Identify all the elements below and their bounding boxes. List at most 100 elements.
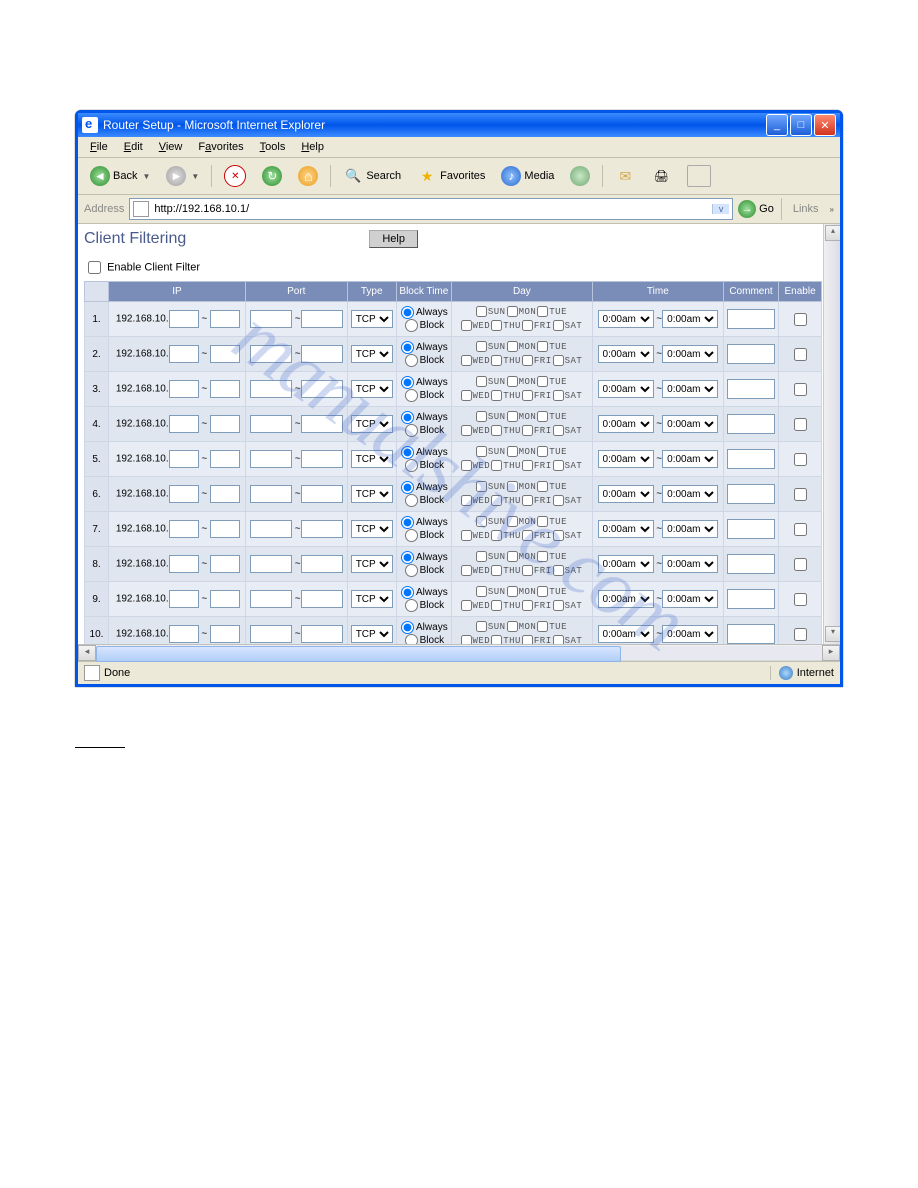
day-tue-checkbox[interactable] xyxy=(537,516,548,527)
day-tue-checkbox[interactable] xyxy=(537,586,548,597)
blocktime-always-radio[interactable] xyxy=(401,551,414,564)
menu-file[interactable]: FFileile xyxy=(82,139,116,155)
enable-row-checkbox[interactable] xyxy=(794,453,807,466)
ip-to-input[interactable] xyxy=(210,520,240,538)
ip-from-input[interactable] xyxy=(169,380,199,398)
blocktime-block-radio[interactable] xyxy=(405,459,418,472)
vertical-scrollbar[interactable]: ▴▾ xyxy=(823,224,840,644)
time-to-select[interactable]: 0:00am xyxy=(662,450,718,468)
enable-row-checkbox[interactable] xyxy=(794,523,807,536)
port-to-input[interactable] xyxy=(301,590,343,608)
day-fri-checkbox[interactable] xyxy=(522,530,533,541)
port-from-input[interactable] xyxy=(250,345,292,363)
blocktime-block-radio[interactable] xyxy=(405,389,418,402)
search-button[interactable]: Search xyxy=(337,163,407,189)
ip-from-input[interactable] xyxy=(169,310,199,328)
comment-input[interactable] xyxy=(727,309,775,329)
home-button[interactable] xyxy=(292,163,324,189)
media-button[interactable]: Media xyxy=(495,163,560,189)
time-from-select[interactable]: 0:00am xyxy=(598,380,654,398)
day-sat-checkbox[interactable] xyxy=(553,460,564,471)
ip-to-input[interactable] xyxy=(210,310,240,328)
day-sat-checkbox[interactable] xyxy=(553,320,564,331)
ip-to-input[interactable] xyxy=(210,380,240,398)
blocktime-always-radio[interactable] xyxy=(401,481,414,494)
ip-to-input[interactable] xyxy=(210,625,240,643)
comment-input[interactable] xyxy=(727,414,775,434)
day-mon-checkbox[interactable] xyxy=(507,586,518,597)
day-sat-checkbox[interactable] xyxy=(553,600,564,611)
port-to-input[interactable] xyxy=(301,555,343,573)
type-select[interactable]: TCP xyxy=(351,590,393,608)
go-button[interactable]: Go xyxy=(738,200,774,218)
day-tue-checkbox[interactable] xyxy=(537,341,548,352)
time-to-select[interactable]: 0:00am xyxy=(662,345,718,363)
day-sun-checkbox[interactable] xyxy=(476,621,487,632)
blocktime-block-radio[interactable] xyxy=(405,634,418,644)
day-sun-checkbox[interactable] xyxy=(476,341,487,352)
day-fri-checkbox[interactable] xyxy=(522,495,533,506)
day-tue-checkbox[interactable] xyxy=(537,446,548,457)
time-to-select[interactable]: 0:00am xyxy=(662,415,718,433)
port-to-input[interactable] xyxy=(301,310,343,328)
edit-button[interactable] xyxy=(681,162,717,190)
day-thu-checkbox[interactable] xyxy=(491,460,502,471)
day-sun-checkbox[interactable] xyxy=(476,411,487,422)
port-from-input[interactable] xyxy=(250,520,292,538)
blocktime-always-radio[interactable] xyxy=(401,306,414,319)
day-thu-checkbox[interactable] xyxy=(491,320,502,331)
day-thu-checkbox[interactable] xyxy=(491,355,502,366)
ip-to-input[interactable] xyxy=(210,415,240,433)
ip-from-input[interactable] xyxy=(169,415,199,433)
blocktime-always-radio[interactable] xyxy=(401,621,414,634)
port-from-input[interactable] xyxy=(250,485,292,503)
comment-input[interactable] xyxy=(727,344,775,364)
stop-button[interactable] xyxy=(218,162,252,190)
blocktime-block-radio[interactable] xyxy=(405,529,418,542)
port-to-input[interactable] xyxy=(301,380,343,398)
day-wed-checkbox[interactable] xyxy=(461,460,472,471)
time-from-select[interactable]: 0:00am xyxy=(598,450,654,468)
print-button[interactable] xyxy=(645,163,677,189)
history-button[interactable] xyxy=(564,163,596,189)
ip-to-input[interactable] xyxy=(210,450,240,468)
time-to-select[interactable]: 0:00am xyxy=(662,625,718,643)
day-mon-checkbox[interactable] xyxy=(507,516,518,527)
day-sat-checkbox[interactable] xyxy=(553,355,564,366)
day-wed-checkbox[interactable] xyxy=(461,495,472,506)
address-dropdown[interactable]: v xyxy=(712,204,729,214)
day-mon-checkbox[interactable] xyxy=(507,446,518,457)
day-sun-checkbox[interactable] xyxy=(476,551,487,562)
comment-input[interactable] xyxy=(727,624,775,644)
type-select[interactable]: TCP xyxy=(351,450,393,468)
comment-input[interactable] xyxy=(727,519,775,539)
maximize-button[interactable]: □ xyxy=(790,114,812,136)
day-fri-checkbox[interactable] xyxy=(522,600,533,611)
address-input[interactable] xyxy=(152,202,712,216)
day-wed-checkbox[interactable] xyxy=(461,635,472,644)
ip-from-input[interactable] xyxy=(169,625,199,643)
blocktime-block-radio[interactable] xyxy=(405,599,418,612)
day-wed-checkbox[interactable] xyxy=(461,425,472,436)
time-to-select[interactable]: 0:00am xyxy=(662,485,718,503)
day-thu-checkbox[interactable] xyxy=(491,600,502,611)
day-fri-checkbox[interactable] xyxy=(522,460,533,471)
day-sun-checkbox[interactable] xyxy=(476,481,487,492)
day-wed-checkbox[interactable] xyxy=(461,565,472,576)
day-fri-checkbox[interactable] xyxy=(522,635,533,644)
day-thu-checkbox[interactable] xyxy=(491,530,502,541)
day-mon-checkbox[interactable] xyxy=(507,306,518,317)
time-from-select[interactable]: 0:00am xyxy=(598,590,654,608)
refresh-button[interactable] xyxy=(256,163,288,189)
port-to-input[interactable] xyxy=(301,345,343,363)
time-from-select[interactable]: 0:00am xyxy=(598,520,654,538)
blocktime-block-radio[interactable] xyxy=(405,494,418,507)
day-sat-checkbox[interactable] xyxy=(553,530,564,541)
day-thu-checkbox[interactable] xyxy=(491,635,502,644)
enable-row-checkbox[interactable] xyxy=(794,418,807,431)
port-from-input[interactable] xyxy=(250,380,292,398)
port-from-input[interactable] xyxy=(250,310,292,328)
favorites-button[interactable]: Favorites xyxy=(411,163,491,189)
day-sat-checkbox[interactable] xyxy=(553,635,564,644)
day-thu-checkbox[interactable] xyxy=(491,425,502,436)
